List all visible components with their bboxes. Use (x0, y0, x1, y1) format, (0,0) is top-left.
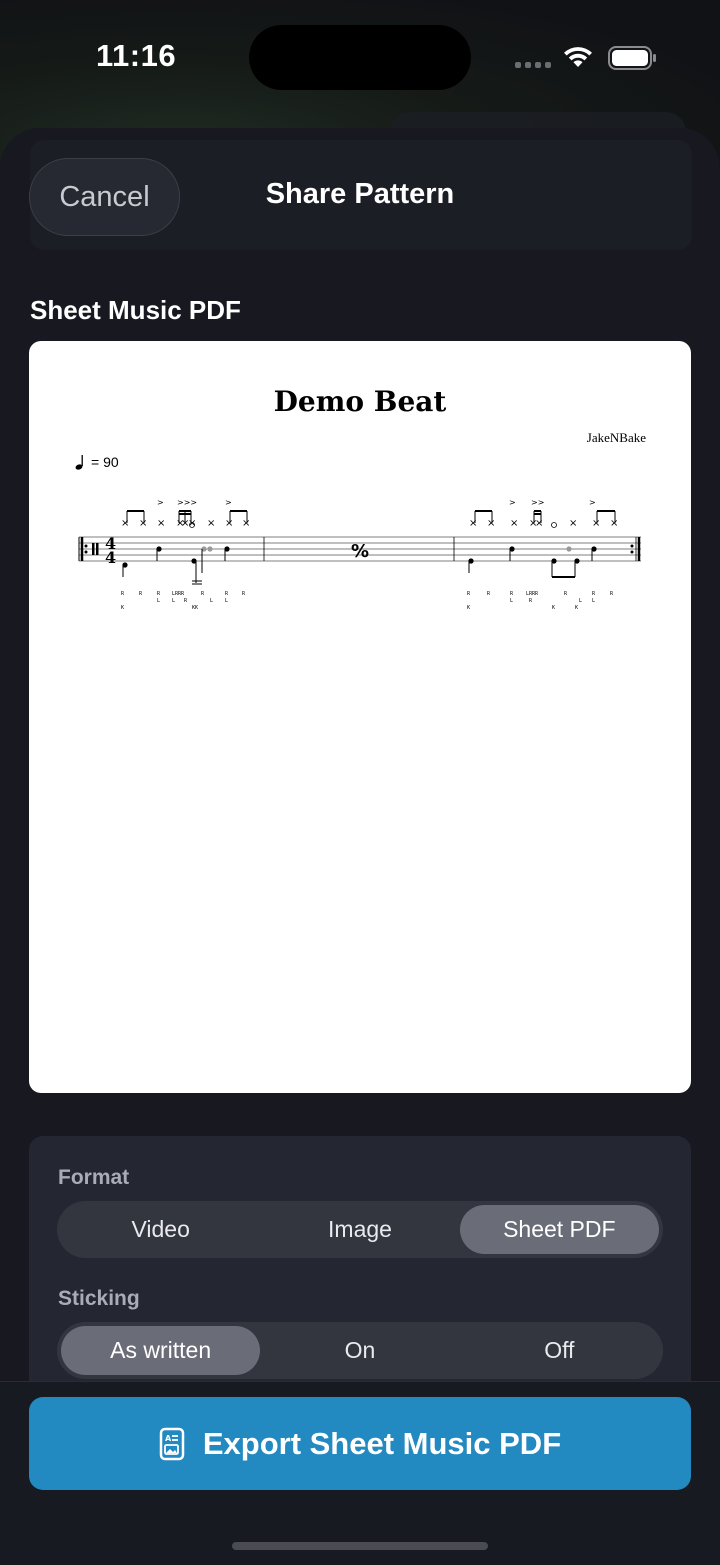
svg-text:×: × (139, 518, 147, 529)
svg-text:×: × (121, 518, 129, 529)
battery-icon (608, 46, 656, 70)
svg-text:R: R (139, 591, 143, 597)
sticking-label: Sticking (58, 1287, 140, 1310)
svg-text:×: × (207, 518, 215, 529)
svg-text:>: > (509, 498, 516, 507)
svg-text:L: L (510, 598, 513, 604)
document-icon: A (159, 1427, 185, 1460)
score-composer: JakeNBake (586, 430, 646, 445)
svg-text:LRRR: LRRR (172, 591, 185, 597)
svg-text:L: L (592, 598, 595, 604)
section-title: Sheet Music PDF (30, 295, 241, 325)
svg-text:K: K (552, 605, 555, 611)
score-title: Demo Beat (273, 385, 447, 418)
svg-text:×: × (242, 518, 250, 529)
export-label: Export Sheet Music PDF (202, 1425, 562, 1461)
svg-text:>: > (157, 498, 164, 507)
svg-text:R: R (184, 598, 188, 604)
format-label: Format (58, 1166, 130, 1189)
svg-text:×: × (569, 518, 577, 529)
wifi-icon (564, 47, 592, 67)
svg-text:R: R (225, 591, 229, 597)
format-option-image[interactable]: Image (260, 1205, 459, 1254)
format-option-video[interactable]: Video (61, 1205, 260, 1254)
svg-text:LRRR: LRRR (526, 591, 539, 597)
export-sheet-music-button[interactable]: A Export Sheet Music PDF (29, 1397, 691, 1490)
svg-text:×: × (225, 518, 233, 529)
svg-text:×: × (592, 518, 600, 529)
svg-text:R: R (592, 591, 596, 597)
svg-text:KK: KK (192, 605, 198, 611)
sticking-option-on[interactable]: On (260, 1326, 459, 1375)
svg-text:R: R (564, 591, 568, 597)
svg-text:×: × (610, 518, 618, 529)
drum-staff: 4 4 × × × ××× × × × > >>> > % × × × ×× ×… (78, 498, 641, 611)
svg-text:×: × (510, 518, 518, 529)
svg-text:K: K (575, 605, 578, 611)
svg-text:×: × (469, 518, 477, 529)
home-indicator (232, 1542, 488, 1550)
svg-text:R: R (201, 591, 205, 597)
sheet-music-preview: Demo Beat JakeNBake = 90 4 4 × × × × × ×… (29, 341, 691, 1093)
svg-text:>: > (225, 498, 232, 507)
svg-text:×: × (487, 518, 495, 529)
tempo-marking: = 90 (75, 454, 119, 470)
svg-text:×: × (157, 518, 165, 529)
format-segmented-control: Video Image Sheet PDF (57, 1201, 663, 1258)
svg-text:K: K (121, 605, 124, 611)
svg-text:R: R (157, 591, 161, 597)
svg-text:L: L (172, 598, 175, 604)
svg-text:>: > (589, 498, 596, 507)
sticking-option-as-written[interactable]: As written (61, 1326, 261, 1375)
svg-text:R: R (242, 591, 246, 597)
svg-text:R: R (529, 598, 533, 604)
cellular-signal-icon (515, 62, 551, 68)
svg-text:L: L (225, 598, 228, 604)
svg-text:R: R (467, 591, 471, 597)
svg-text:R: R (121, 591, 125, 597)
time-signature-bottom: 4 (105, 548, 116, 567)
svg-text:×: × (535, 518, 543, 529)
svg-text:L: L (157, 598, 160, 604)
svg-text:>>: >> (531, 498, 544, 507)
tempo-value: = 90 (91, 454, 119, 470)
dynamic-island (249, 25, 471, 90)
svg-text:A: A (165, 1434, 172, 1443)
svg-text:R: R (610, 591, 614, 597)
measure-repeat-symbol: % (351, 541, 369, 562)
sticking-segmented-control: As written On Off (57, 1322, 663, 1379)
svg-text:>>>: >>> (177, 498, 197, 507)
status-time: 11:16 (96, 38, 177, 73)
svg-text:L: L (579, 598, 582, 604)
quarter-note-icon (75, 455, 83, 470)
svg-text:R: R (487, 591, 491, 597)
svg-text:R: R (510, 591, 514, 597)
page-title: Share Pattern (265, 178, 455, 210)
format-option-sheet-pdf[interactable]: Sheet PDF (459, 1205, 659, 1254)
svg-text:K: K (467, 605, 470, 611)
svg-text:L: L (210, 598, 213, 604)
sticking-option-off[interactable]: Off (460, 1326, 659, 1375)
